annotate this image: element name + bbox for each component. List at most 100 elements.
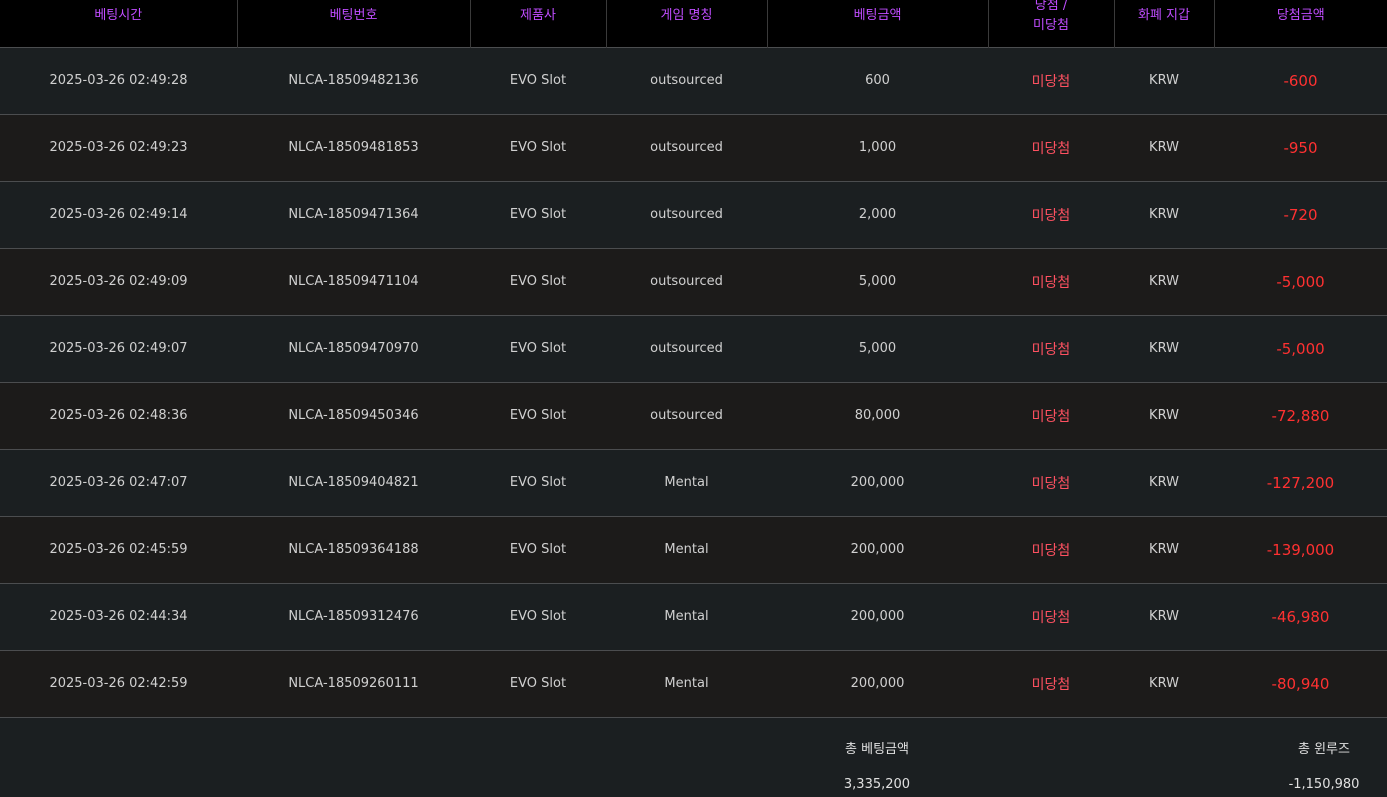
bet-number-cell: NLCA-18509471104 [288,274,419,289]
bet-number-cell: NLCA-18509482136 [288,73,419,88]
bet-amount-cell: 5,000 [858,341,897,356]
bet-time-cell: 2025-03-26 02:49:14 [49,207,188,222]
currency-cell: KRW [1149,341,1179,356]
bet-number-cell: NLCA-18509471364 [288,207,419,222]
result-status-cell: 미당첨 [1031,676,1071,693]
provider-cell: EVO Slot [509,676,567,692]
result-header-label: 당첨 / 미당첨 [1033,0,1069,33]
game-name-cell: outsourced [650,73,723,88]
game-name-cell: Mental [664,542,709,557]
bet-time-cell: 2025-03-26 02:45:59 [49,542,188,557]
game-name-cell: Mental [664,676,709,692]
column-header-result: 당첨 / 미당첨 [988,0,1115,47]
win-amount-cell: -950 [1283,138,1318,157]
bet-time-cell: 2025-03-26 02:49:09 [49,274,188,289]
currency-cell: KRW [1149,676,1179,692]
result-status-cell: 미당첨 [1031,542,1071,559]
bet-amount-cell: 200,000 [850,542,905,557]
table-row: 2025-03-26 02:49:14 NLCA-18509471364 EVO S… [0,181,1387,248]
win-amount-cell: -5,000 [1276,272,1325,291]
bet-history-table: 베팅시간 베팅번호 제품사 게임 명칭 베팅금액 당첨 / 미당첨 화폐 지갑 당… [0,0,1387,717]
provider-cell: EVO Slot [509,408,567,423]
column-header-currency: 화폐 지갑 [1114,0,1215,47]
bet-number-cell: NLCA-18509260111 [288,676,419,692]
bet-amount-cell: 200,000 [850,609,905,624]
table-row: 2025-03-26 02:48:36 NLCA-18509450346 EVO S… [0,382,1387,449]
bet-amount-cell: 200,000 [850,676,905,692]
column-header-bet-number: 베팅번호 [237,0,471,47]
currency-cell: KRW [1149,408,1179,423]
result-status-cell: 미당첨 [1031,475,1071,492]
provider-cell: EVO Slot [509,609,567,624]
currency-cell: KRW [1149,73,1179,88]
currency-cell: KRW [1149,140,1179,155]
table-row: 2025-03-26 02:49:28 NLCA-18509482136 EVO S… [0,47,1387,114]
table-row: 2025-03-26 02:42:59 NLCA-18509260111 EVO S… [0,650,1387,717]
win-amount-cell: -72,880 [1271,406,1330,425]
provider-cell: EVO Slot [509,274,567,289]
bet-time-cell: 2025-03-26 02:47:07 [49,475,188,490]
provider-cell: EVO Slot [509,140,567,155]
win-amount-cell: -80,940 [1271,674,1330,693]
bet-number-cell: NLCA-18509450346 [288,408,419,423]
bet-number-cell: NLCA-18509364188 [288,542,419,557]
table-row: 2025-03-26 02:47:07 NLCA-18509404821 EVO S… [0,449,1387,516]
currency-cell: KRW [1149,542,1179,557]
bet-amount-cell: 1,000 [858,140,897,155]
bet-time-cell: 2025-03-26 02:49:07 [49,341,188,356]
game-name-cell: outsourced [650,140,723,155]
win-amount-cell: -46,980 [1271,607,1330,626]
win-amount-cell: -139,000 [1266,540,1335,559]
provider-cell: EVO Slot [509,73,567,88]
bet-number-cell: NLCA-18509481853 [288,140,419,155]
game-name-cell: outsourced [650,408,723,423]
column-header-time: 베팅시간 [0,0,238,47]
bet-time-cell: 2025-03-26 02:48:36 [49,408,188,423]
bet-time-cell: 2025-03-26 02:44:34 [49,609,188,624]
currency-cell: KRW [1149,475,1179,490]
bet-amount-cell: 2,000 [858,207,897,222]
result-status-cell: 미당첨 [1031,207,1071,224]
bet-amount-cell: 200,000 [850,475,905,490]
provider-cell: EVO Slot [509,542,567,557]
result-status-cell: 미당첨 [1031,73,1071,90]
result-status-cell: 미당첨 [1031,408,1071,425]
bet-number-cell: NLCA-18509470970 [288,341,419,356]
column-header-provider: 제품사 [470,0,607,47]
game-name-cell: Mental [664,475,709,490]
bet-amount-cell: 5,000 [858,274,897,289]
bet-time-cell: 2025-03-26 02:49:23 [49,140,188,155]
game-name-cell: outsourced [650,274,723,289]
provider-cell: EVO Slot [509,341,567,356]
bet-amount-cell: 600 [865,73,890,88]
table-row: 2025-03-26 02:49:07 NLCA-18509470970 EVO S… [0,315,1387,382]
table-row: 2025-03-26 02:45:59 NLCA-18509364188 EVO S… [0,516,1387,583]
column-header-bet-amount: 베팅금액 [767,0,989,47]
bet-number-cell: NLCA-18509404821 [288,475,419,490]
win-amount-cell: -600 [1283,71,1318,90]
table-row: 2025-03-26 02:49:23 NLCA-18509481853 EVO S… [0,114,1387,181]
bet-time-cell: 2025-03-26 02:49:28 [49,73,188,88]
currency-cell: KRW [1149,274,1179,289]
win-amount-cell: -720 [1283,205,1318,224]
table-header-row: 베팅시간 베팅번호 제품사 게임 명칭 베팅금액 당첨 / 미당첨 화폐 지갑 당… [0,0,1387,47]
total-winloss-label: 총 윈루즈 [1298,742,1350,757]
win-amount-cell: -5,000 [1276,339,1325,358]
game-name-cell: outsourced [650,341,723,356]
win-amount-cell: -127,200 [1266,473,1335,492]
result-status-cell: 미당첨 [1031,609,1071,626]
result-status-cell: 미당첨 [1031,140,1071,157]
provider-cell: EVO Slot [509,475,567,490]
game-name-cell: outsourced [650,207,723,222]
total-bet-value: 3,335,200 [843,777,911,792]
currency-cell: KRW [1149,609,1179,624]
total-winloss-value: -1,150,980 [1288,777,1360,792]
bet-time-cell: 2025-03-26 02:42:59 [49,676,188,692]
column-header-game: 게임 명칭 [606,0,768,47]
table-row: 2025-03-26 02:44:34 NLCA-18509312476 EVO S… [0,583,1387,650]
total-bet-label: 총 베팅금액 [845,742,909,757]
bet-number-cell: NLCA-18509312476 [288,609,419,624]
table-row: 2025-03-26 02:49:09 NLCA-18509471104 EVO S… [0,248,1387,315]
currency-cell: KRW [1149,207,1179,222]
provider-cell: EVO Slot [509,207,567,222]
